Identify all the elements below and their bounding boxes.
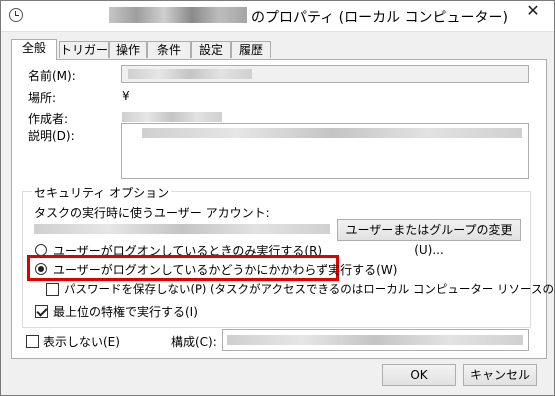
close-button[interactable]: ✕ [516, 1, 550, 23]
properties-dialog: のプロパティ (ローカル コンピューター) ✕ 全般 トリガー 操作 条件 設定… [0, 0, 555, 396]
account-value-redacted [34, 224, 330, 234]
highest-privileges-checkbox[interactable] [35, 305, 48, 318]
description-value-redacted [142, 128, 522, 138]
clock-icon [9, 8, 23, 22]
change-user-button[interactable]: ユーザーまたはグループの変更(U)... [337, 219, 521, 257]
description-label: 説明(D): [28, 129, 75, 143]
title-bar: のプロパティ (ローカル コンピューター) ✕ [1, 1, 554, 32]
ok-button[interactable]: OK [382, 364, 456, 386]
no-store-password-checkbox[interactable] [46, 283, 59, 296]
highest-privileges-label[interactable]: 最上位の特権で実行する(I) [53, 303, 198, 320]
author-value-redacted [122, 112, 222, 122]
no-store-password-label[interactable]: パスワードを保存しない(P) (タスクがアクセスできるのはローカル コンピュータ… [64, 281, 555, 297]
tab-settings[interactable]: 設定 [191, 41, 231, 58]
hidden-checkbox[interactable] [26, 335, 39, 348]
configure-label: 構成(C): [171, 335, 217, 349]
configure-dropdown[interactable] [222, 329, 529, 351]
tab-general[interactable]: 全般 [11, 39, 57, 60]
location-label: 場所: [28, 91, 57, 105]
radio-logged-on-or-not-label[interactable]: ユーザーがログオンしているかどうかにかかわらず実行する(W) [53, 261, 397, 278]
name-field[interactable] [121, 65, 529, 83]
configure-value-redacted [227, 335, 523, 345]
hidden-label[interactable]: 表示しない(E) [43, 333, 120, 350]
author-label: 作成者: [28, 112, 69, 126]
tab-conditions[interactable]: 条件 [147, 41, 191, 58]
location-value: ¥ [122, 89, 130, 103]
tab-history[interactable]: 履歴 [231, 41, 271, 58]
tab-actions[interactable]: 操作 [109, 41, 147, 58]
tab-triggers[interactable]: トリガー [59, 41, 109, 58]
radio-logged-on-or-not[interactable] [35, 263, 47, 275]
task-name-redacted [109, 7, 247, 23]
cancel-button[interactable]: キャンセル [463, 364, 537, 386]
security-group-title: セキュリティ オプション [32, 184, 172, 201]
account-label: タスクの実行時に使うユーザー アカウント: [34, 206, 270, 220]
name-label: 名前(M): [28, 69, 76, 83]
name-value-redacted [128, 69, 252, 79]
window-title: のプロパティ (ローカル コンピューター) [251, 10, 508, 26]
description-field[interactable] [121, 123, 529, 179]
